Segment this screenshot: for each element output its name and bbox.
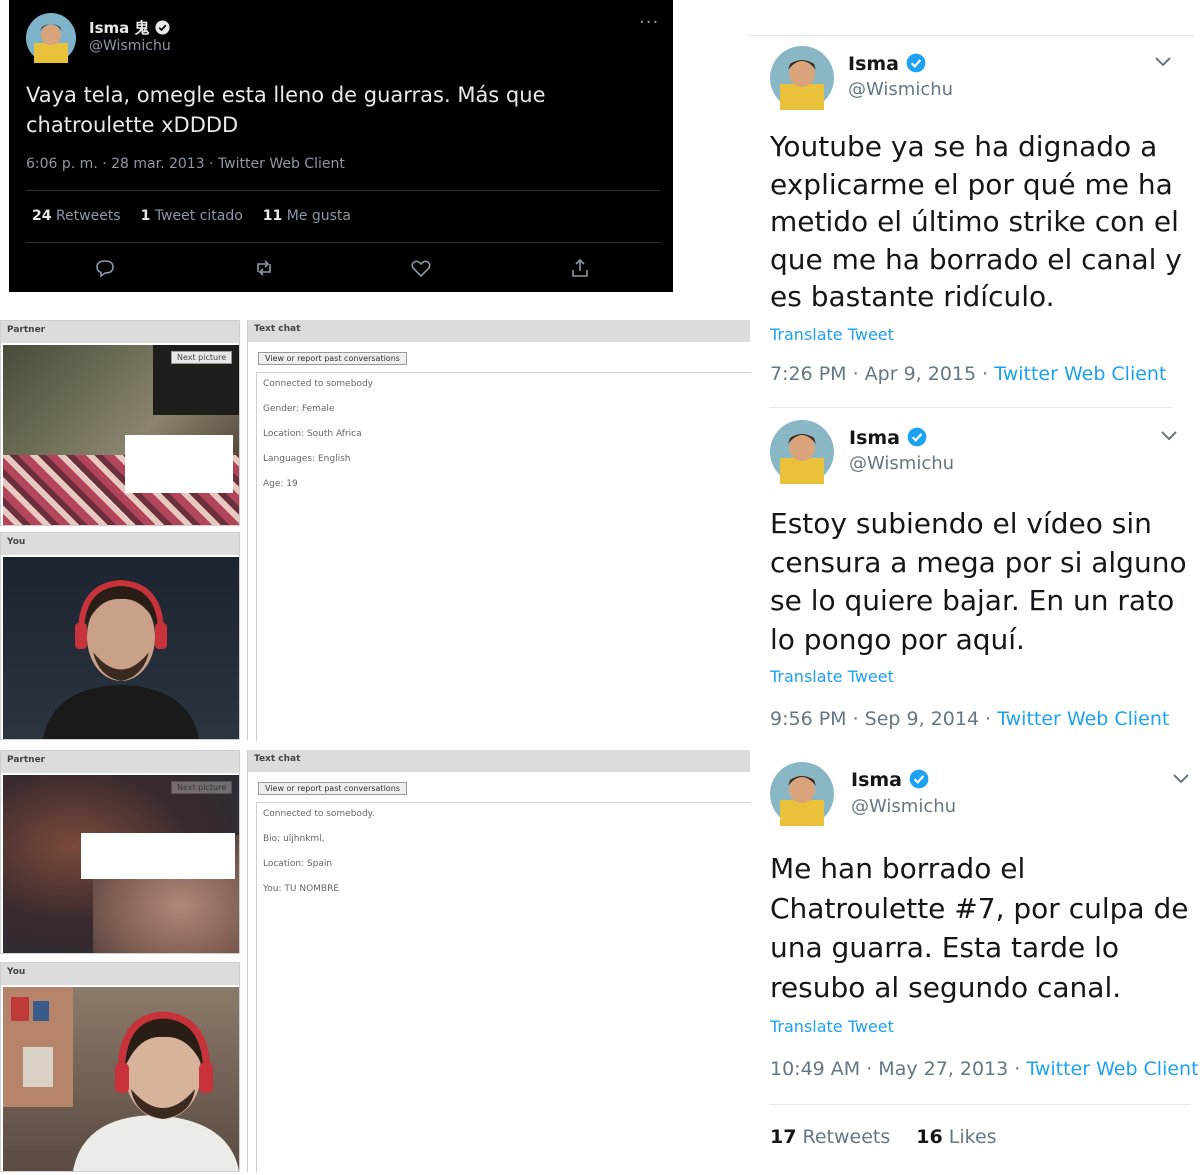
avatar[interactable] <box>770 762 834 826</box>
you-panel: You <box>0 962 240 1172</box>
stat-retweets[interactable]: 24 Retweets <box>32 208 121 224</box>
divider <box>748 35 1194 36</box>
author-name[interactable]: Isma <box>849 427 927 449</box>
verified-badge-icon <box>155 20 170 35</box>
partner-video: Next picture <box>3 345 239 525</box>
dark-tweet-card: Isma 鬼 @Wismichu ··· Vaya tela, omegle e… <box>9 0 673 292</box>
chat-log <box>256 372 751 741</box>
chevron-down-icon[interactable] <box>1160 428 1178 442</box>
tweet-stats: 17 Retweets 16 Likes <box>770 1126 997 1148</box>
chat-line: Location: Spain <box>263 859 333 869</box>
divider <box>770 1104 1190 1105</box>
retweet-icon[interactable] <box>252 256 276 280</box>
tweet-meta[interactable]: 6:06 p. m. · 28 mar. 2013 · Twitter Web … <box>26 156 345 172</box>
author-handle[interactable]: @Wismichu <box>851 796 956 817</box>
you-video <box>3 987 239 1171</box>
stat-quotes[interactable]: 1 Tweet citado <box>141 208 243 224</box>
more-icon[interactable]: ··· <box>639 12 659 33</box>
next-picture-button[interactable]: Next picture <box>171 351 233 364</box>
translate-tweet-link[interactable]: Translate Tweet <box>770 1017 894 1036</box>
client-link[interactable]: Twitter Web Client <box>997 708 1169 730</box>
tweet-meta: 9:56 PM · Sep 9, 2014 · Twitter Web Clie… <box>770 708 1170 730</box>
tweet-card: Isma @Wismichu Estoy subiendo el vídeo s… <box>770 416 1190 736</box>
reply-icon[interactable] <box>93 256 117 280</box>
avatar[interactable] <box>770 46 834 110</box>
panel-label: Partner <box>1 751 239 773</box>
like-icon[interactable] <box>409 256 433 280</box>
tweet-stats: 24 Retweets 1 Tweet citado 11 Me gusta <box>32 208 351 224</box>
client-link[interactable]: Twitter Web Client <box>1026 1058 1198 1080</box>
chat-window-top: Partner Next picture You Text chat View … <box>0 320 751 741</box>
you-video <box>3 557 239 739</box>
author-name[interactable]: Isma <box>851 769 929 791</box>
panel-label: Partner <box>1 321 239 343</box>
stat-likes[interactable]: 11 Me gusta <box>263 208 351 224</box>
chevron-down-icon[interactable] <box>1154 54 1172 68</box>
translate-tweet-link[interactable]: Translate Tweet <box>770 325 894 344</box>
tweet-text: Vaya tela, omegle esta lleno de guarras.… <box>26 83 546 137</box>
chat-line: Age: 19 <box>263 479 298 489</box>
client-link[interactable]: Twitter Web Client <box>994 363 1166 385</box>
divider <box>770 407 1172 408</box>
author-handle[interactable]: @Wismichu <box>89 38 171 54</box>
share-icon[interactable] <box>568 256 592 280</box>
panel-label: Text chat <box>248 320 750 342</box>
chat-line: Connected to somebody <box>263 379 373 389</box>
panel-label: You <box>1 533 239 555</box>
redaction-box <box>125 435 233 493</box>
tweet-card: Isma @Wismichu Me han borrado el Chatrou… <box>770 758 1199 1168</box>
avatar[interactable] <box>770 420 834 484</box>
chat-line: Bio: uljhnkml, <box>263 834 325 844</box>
view-past-conversations-button[interactable]: View or report past conversations <box>258 352 407 365</box>
tweet-text: Youtube ya se ha dignado a explicarme el… <box>770 130 1182 313</box>
author-name[interactable]: Isma 鬼 <box>89 17 170 38</box>
divider <box>26 190 660 191</box>
verified-badge-icon <box>906 53 925 73</box>
webcam-person <box>43 579 199 739</box>
stat-retweets[interactable]: 17 Retweets <box>770 1126 890 1148</box>
redaction-box <box>81 833 235 879</box>
tweet-meta: 10:49 AM · May 27, 2013 · Twitter Web Cl… <box>770 1058 1199 1080</box>
tweet-meta: 7:26 PM · Apr 9, 2015 · Twitter Web Clie… <box>770 363 1167 385</box>
partner-panel: Partner Next picture <box>0 750 240 954</box>
chat-line: Languages: English <box>263 454 351 464</box>
partner-video: Next picture <box>3 775 239 953</box>
chat-line: Location: South Africa <box>263 429 362 439</box>
partner-panel: Partner Next picture <box>0 320 240 526</box>
webcam-person <box>3 987 239 1171</box>
stat-likes[interactable]: 16 Likes <box>916 1126 996 1148</box>
avatar[interactable] <box>26 13 76 63</box>
tweet-text: Me han borrado el Chatroulette #7, por c… <box>770 852 1189 1004</box>
next-picture-button[interactable]: Next picture <box>171 781 233 794</box>
view-past-conversations-button[interactable]: View or report past conversations <box>258 782 407 795</box>
chat-window-bottom: Partner Next picture You Text chat View … <box>0 750 751 1173</box>
author-handle[interactable]: @Wismichu <box>848 79 953 100</box>
chat-line: Connected to somebody. <box>263 809 375 819</box>
you-panel: You <box>0 532 240 740</box>
author-name[interactable]: Isma <box>848 53 926 75</box>
chat-line: Gender: Female <box>263 404 335 414</box>
verified-badge-icon <box>907 427 926 447</box>
tweet-text: Estoy subiendo el vídeo sin censura a me… <box>770 507 1187 656</box>
chevron-down-icon[interactable] <box>1172 771 1190 785</box>
panel-label: Text chat <box>248 750 750 772</box>
translate-tweet-link[interactable]: Translate Tweet <box>770 667 894 686</box>
panel-label: You <box>1 963 239 985</box>
divider <box>26 242 660 243</box>
chat-line: You: TU NOMBRE <box>263 884 340 894</box>
author-handle[interactable]: @Wismichu <box>849 453 954 474</box>
verified-badge-icon <box>909 769 928 789</box>
tweet-card: Isma @Wismichu Youtube ya se ha dignado … <box>770 40 1190 400</box>
chat-log <box>256 802 751 1173</box>
